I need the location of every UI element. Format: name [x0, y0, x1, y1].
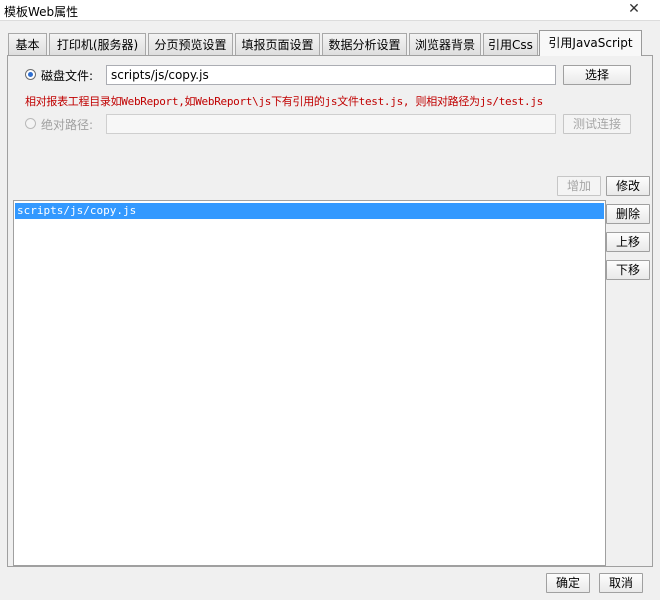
test-connection-button[interactable]: 测试连接 — [563, 114, 631, 134]
tab-page-preview-settings[interactable]: 分页预览设置 — [148, 33, 233, 55]
add-button[interactable]: 增加 — [557, 176, 601, 196]
absolute-path-radio[interactable] — [25, 118, 36, 129]
tab-data-analysis-settings[interactable]: 数据分析设置 — [322, 33, 407, 55]
list-item[interactable]: scripts/js/copy.js — [15, 203, 604, 219]
tab-reference-javascript[interactable]: 引用JavaScript — [539, 30, 642, 56]
tab-basic[interactable]: 基本 — [8, 33, 47, 55]
browse-button[interactable]: 选择 — [563, 65, 631, 85]
tab-fill-page-settings[interactable]: 填报页面设置 — [235, 33, 320, 55]
disk-file-radio[interactable] — [25, 69, 36, 80]
window-title: 模板Web属性 — [4, 5, 79, 19]
modify-button[interactable]: 修改 — [606, 176, 650, 196]
move-up-button[interactable]: 上移 — [606, 232, 650, 252]
absolute-path-input[interactable] — [106, 114, 556, 134]
tab-browser-background[interactable]: 浏览器背景 — [409, 33, 481, 55]
cancel-button[interactable]: 取消 — [599, 573, 643, 593]
disk-file-input[interactable]: scripts/js/copy.js — [106, 65, 556, 85]
tab-printer-server[interactable]: 打印机(服务器) — [49, 33, 146, 55]
tab-reference-css[interactable]: 引用Css — [483, 33, 538, 55]
script-list[interactable]: scripts/js/copy.js — [13, 200, 606, 566]
path-hint: 相对报表工程目录如WebReport,如WebReport\js下有引用的js文… — [25, 95, 543, 108]
ok-button[interactable]: 确定 — [546, 573, 590, 593]
title-bar: 模板Web属性 ✕ — [0, 0, 660, 21]
move-down-button[interactable]: 下移 — [606, 260, 650, 280]
close-icon[interactable]: ✕ — [610, 0, 658, 18]
disk-file-label: 磁盘文件: — [41, 69, 94, 83]
delete-button[interactable]: 删除 — [606, 204, 650, 224]
absolute-path-label: 绝对路径: — [41, 118, 94, 132]
